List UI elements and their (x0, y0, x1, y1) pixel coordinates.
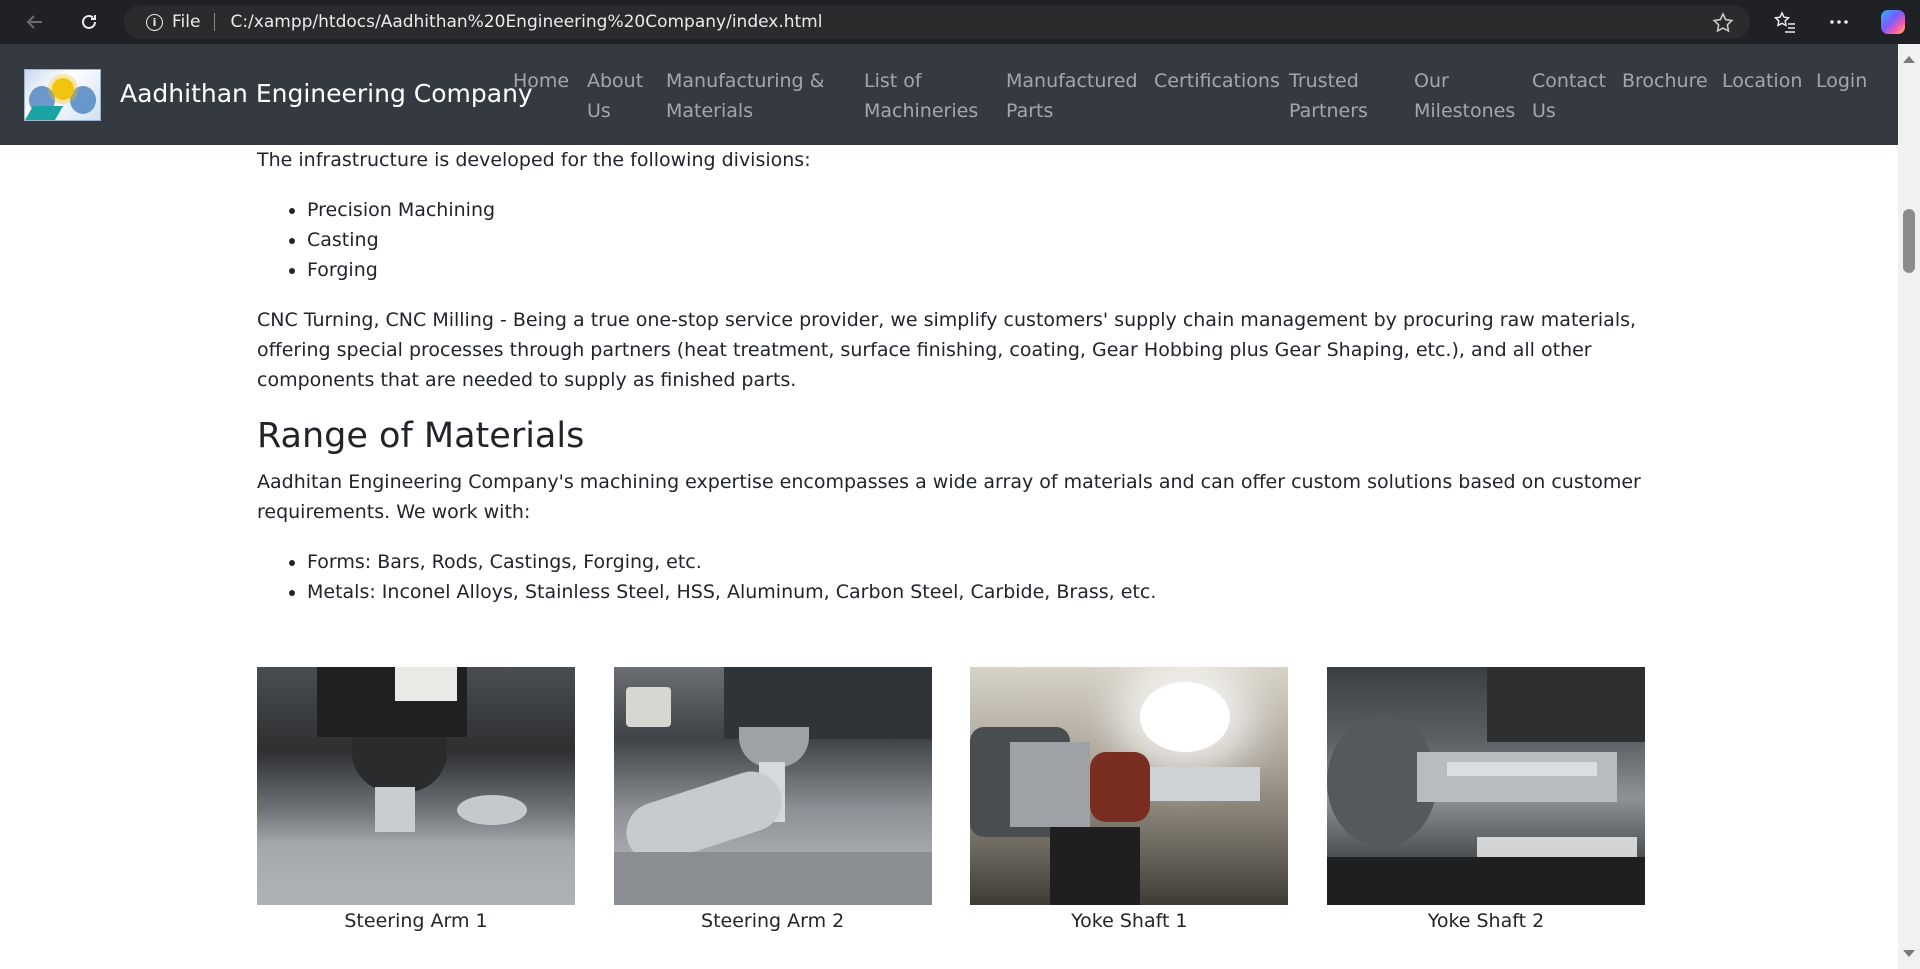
nav-link-certifications[interactable]: Certifications (1154, 66, 1280, 96)
nav-link-home[interactable]: Home (513, 66, 569, 96)
copilot-icon[interactable] (1873, 2, 1913, 42)
nav-link-contact-us[interactable]: Contact Us (1532, 66, 1606, 126)
nav-link-list-of-machineries[interactable]: List of Machineries (864, 66, 978, 126)
company-logo[interactable] (24, 69, 101, 121)
materials-list: Forms: Bars, Rods, Castings, Forging, et… (307, 547, 1647, 607)
favorites-icon[interactable] (1765, 2, 1805, 42)
divisions-list: Precision Machining Casting Forging (307, 195, 1647, 285)
parts-gallery: Steering Arm 1 Steering Arm 2 Yoke Shaft… (257, 667, 1645, 936)
gallery-item: Steering Arm 2 (613, 667, 932, 936)
star-icon[interactable] (1710, 10, 1736, 36)
gallery-caption: Steering Arm 1 (344, 910, 488, 932)
materials-heading: Range of Materials (257, 416, 585, 456)
address-bar[interactable]: i File C:/xampp/htdocs/Aadhithan%20Engin… (124, 5, 1750, 39)
list-item: Precision Machining (307, 195, 1647, 225)
nav-link-about-us[interactable]: About Us (587, 66, 643, 126)
nav-link-login[interactable]: Login (1816, 66, 1867, 96)
nav-link-our-milestones[interactable]: Our Milestones (1414, 66, 1515, 126)
nav-link-manufacturing-materials[interactable]: Manufacturing & Materials (666, 66, 824, 126)
address-separator (214, 13, 216, 31)
main-content: The infrastructure is developed for the … (257, 145, 1647, 627)
gallery-item: Yoke Shaft 2 (1326, 667, 1645, 936)
more-icon[interactable] (1819, 2, 1859, 42)
gallery-caption: Yoke Shaft 1 (1071, 910, 1188, 932)
scroll-up-icon[interactable] (1903, 56, 1915, 63)
nav-link-location[interactable]: Location (1722, 66, 1802, 96)
list-item: Forging (307, 255, 1647, 285)
file-label: File (172, 12, 201, 32)
gallery-caption: Steering Arm 2 (701, 910, 845, 932)
list-item: Metals: Inconel Alloys, Stainless Steel,… (307, 577, 1647, 607)
info-icon[interactable]: i (146, 13, 163, 31)
browser-toolbar: i File C:/xampp/htdocs/Aadhithan%20Engin… (0, 0, 1920, 44)
nav-link-trusted-partners[interactable]: Trusted Partners (1289, 66, 1368, 126)
list-item: Casting (307, 225, 1647, 255)
yoke-shaft-1-photo (970, 667, 1289, 905)
nav-link-manufactured-parts[interactable]: Manufactured Parts (1006, 66, 1138, 126)
back-arrow-icon[interactable] (15, 2, 55, 42)
materials-paragraph: Aadhitan Engineering Company's machining… (257, 471, 1641, 523)
scroll-down-icon[interactable] (1903, 950, 1915, 957)
brand-name[interactable]: Aadhithan Engineering Company (120, 79, 533, 108)
gallery-item: Yoke Shaft 1 (970, 667, 1289, 936)
cnc-paragraph: CNC Turning, CNC Milling - Being a true … (257, 309, 1637, 391)
list-item: Forms: Bars, Rods, Castings, Forging, et… (307, 547, 1647, 577)
steering-arm-2-photo (613, 667, 932, 905)
page-scrollbar[interactable] (1898, 44, 1920, 969)
yoke-shaft-2-photo (1326, 667, 1645, 905)
steering-arm-1-photo (257, 667, 575, 905)
gallery-item: Steering Arm 1 (257, 667, 575, 936)
reload-icon[interactable] (69, 2, 109, 42)
scroll-thumb[interactable] (1903, 209, 1915, 273)
nav-link-brochure[interactable]: Brochure (1622, 66, 1708, 96)
url-text[interactable]: C:/xampp/htdocs/Aadhithan%20Engineering%… (230, 12, 822, 32)
site-navbar: Aadhithan Engineering Company Home About… (0, 44, 1898, 145)
gallery-caption: Yoke Shaft 2 (1427, 910, 1545, 932)
divisions-intro: The infrastructure is developed for the … (257, 149, 811, 171)
